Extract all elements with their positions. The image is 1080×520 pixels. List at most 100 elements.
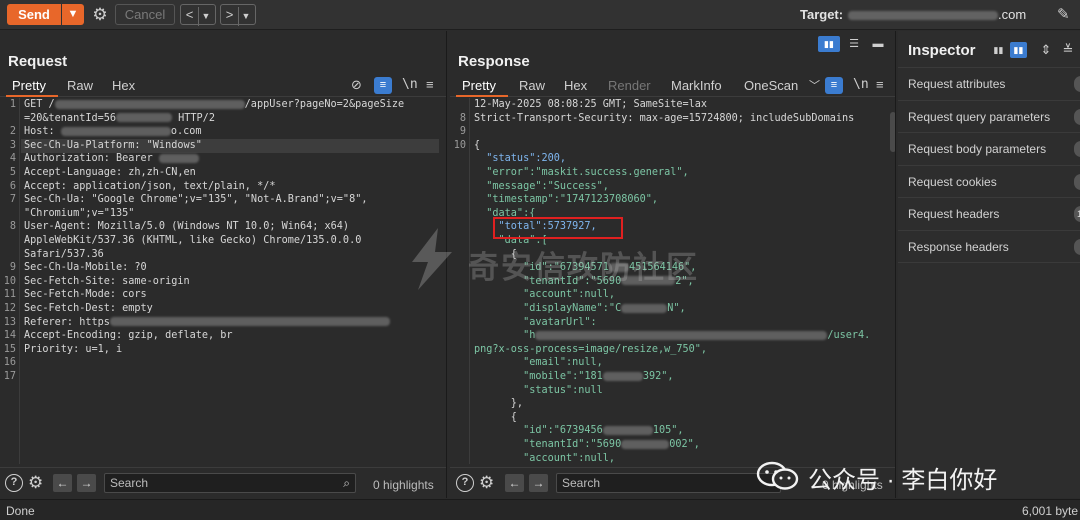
search-icon: ⌕ xyxy=(343,476,350,490)
help-icon[interactable]: ? xyxy=(456,474,474,492)
json-line: }, xyxy=(474,398,524,410)
expand-knob[interactable] xyxy=(1074,141,1080,157)
split-vertical-icon[interactable]: ☰ xyxy=(843,36,865,52)
chevron-down-icon: ▼ xyxy=(238,7,253,26)
json-line: "timestamp":"1747123708060", xyxy=(474,194,659,206)
response-pane: ▮▮ ☰ ▬ Response Pretty Raw Hex Render Ma… xyxy=(450,31,896,498)
menu-icon[interactable]: ≡ xyxy=(876,77,884,92)
line-number: 6 xyxy=(9,180,16,192)
code-text: Authorization: Bearer xyxy=(24,153,159,165)
json-line: "message":"Success", xyxy=(474,180,609,192)
code-text: N", xyxy=(667,303,686,314)
code-text: Host: xyxy=(24,126,61,138)
search-placeholder: Search xyxy=(110,476,149,490)
code-line: Sec-Ch-Ua-Platform: "Windows" xyxy=(24,139,202,151)
json-line: "account":null, xyxy=(474,289,616,301)
gear-icon[interactable]: ⚙ xyxy=(28,473,43,493)
newline-icon[interactable]: \n xyxy=(402,77,418,92)
code-text: "h xyxy=(474,330,536,342)
chevron-right-icon: > xyxy=(225,7,234,22)
gear-icon[interactable]: ⚙ xyxy=(90,5,110,25)
code-line: Referer: https xyxy=(24,316,390,330)
inspector-row-label: Request headers xyxy=(908,207,1000,221)
tab-raw[interactable]: Raw xyxy=(519,78,545,93)
single-pane-icon[interactable]: ▬ xyxy=(867,36,889,52)
newline-icon[interactable]: \n xyxy=(853,77,869,92)
tab-raw[interactable]: Raw xyxy=(67,78,93,93)
send-dropdown-button[interactable]: ▼ xyxy=(62,4,84,25)
expand-knob[interactable] xyxy=(1074,173,1080,190)
code-text: "tenantId":"5690 xyxy=(474,275,622,287)
expand-knob[interactable] xyxy=(1074,108,1080,125)
response-search-input[interactable]: Search xyxy=(556,473,781,493)
tab-hex[interactable]: Hex xyxy=(112,78,135,93)
code-text: 392", xyxy=(642,371,674,382)
request-tabs: Pretty Raw Hex ⊘ ≡ \n ≡ xyxy=(0,75,446,97)
tab-markinfo[interactable]: MarkInfo xyxy=(671,78,722,93)
line-number: 12 xyxy=(3,303,16,314)
expand-knob[interactable] xyxy=(1074,76,1080,92)
prev-arrow-icon[interactable]: ← xyxy=(505,474,524,492)
prev-arrow-icon[interactable]: ← xyxy=(53,474,72,492)
inspector-row-request-attributes[interactable]: Request attributes xyxy=(898,67,1080,100)
back-nav-button[interactable]: < ▼ xyxy=(180,4,216,26)
active-tab-indicator xyxy=(456,95,508,97)
search-placeholder: Search xyxy=(562,476,601,490)
request-search-input[interactable]: Search ⌕ xyxy=(104,473,356,493)
layout-rows-icon[interactable]: ▮▮ xyxy=(1010,42,1027,58)
tab-hex[interactable]: Hex xyxy=(564,78,587,93)
wrap-lines-icon[interactable]: ≡ xyxy=(825,77,843,94)
response-editor[interactable]: 12-May-2025 08:08:25 GMT; SameSite=lax 8… xyxy=(450,98,895,464)
response-title: Response xyxy=(458,53,530,70)
send-button[interactable]: Send xyxy=(7,4,61,25)
collapse-icon[interactable]: ≚ xyxy=(1060,42,1076,58)
chevron-down-icon: ▼ xyxy=(198,7,213,26)
request-editor[interactable]: 1 GET / /appUser?pageNo=2&pageSize =20&te… xyxy=(0,98,446,464)
layout-columns-icon[interactable]: ▮▮ xyxy=(990,42,1007,58)
align-center-icon[interactable]: ⇕ xyxy=(1038,42,1054,58)
code-line: =20&tenantId=56 HTTP/2 xyxy=(24,112,215,126)
code-line: Sec-Fetch-Site: same-origin xyxy=(24,275,190,287)
next-arrow-icon[interactable]: → xyxy=(529,474,548,492)
code-text: "displayName":"C xyxy=(474,303,622,314)
code-line: Accept: application/json, text/plain, */… xyxy=(24,180,276,192)
tab-pretty[interactable]: Pretty xyxy=(462,78,496,93)
inspector-row-label: Request attributes xyxy=(908,77,1006,91)
count-badge[interactable]: 1 xyxy=(1074,206,1080,222)
gear-icon[interactable]: ⚙ xyxy=(479,473,494,493)
inspector-row-request-cookies[interactable]: Request cookies xyxy=(898,164,1080,198)
line-number: 2 xyxy=(9,126,16,138)
cancel-button[interactable]: Cancel xyxy=(115,4,175,25)
inspector-row-request-body-parameters[interactable]: Request body parameters xyxy=(898,132,1080,165)
pencil-icon[interactable]: ✎ xyxy=(1057,5,1070,23)
help-icon[interactable]: ? xyxy=(5,474,23,492)
json-line: "h/user4. xyxy=(474,329,870,343)
inspector-row-request-query-parameters[interactable]: Request query parameters xyxy=(898,99,1080,133)
code-text: 2", xyxy=(675,275,694,287)
json-line: { xyxy=(474,411,517,423)
code-text: o.com xyxy=(170,126,202,138)
next-arrow-icon[interactable]: → xyxy=(77,474,96,492)
eye-off-icon[interactable]: ⊘ xyxy=(351,77,362,93)
target-host[interactable]: .com xyxy=(848,7,1026,22)
expand-knob[interactable] xyxy=(1074,238,1080,255)
tab-render[interactable]: Render xyxy=(608,78,651,93)
forward-nav-button[interactable]: > ▼ xyxy=(220,4,256,26)
inspector-row-request-headers[interactable]: Request headers 1 xyxy=(898,197,1080,230)
chevron-down-icon[interactable]: ﹀ xyxy=(809,77,820,93)
tab-onescan[interactable]: OneScan xyxy=(744,78,798,93)
code-line: Safari/537.36 xyxy=(24,248,104,260)
inspector-row-response-headers[interactable]: Response headers xyxy=(898,229,1080,263)
redacted-text xyxy=(116,113,173,123)
code-text: "tenantId":"5690 xyxy=(474,439,622,450)
split-horizontal-icon[interactable]: ▮▮ xyxy=(818,36,840,52)
code-line: Sec-Fetch-Dest: empty xyxy=(24,303,153,314)
code-line: Sec-Ch-Ua-Mobile: ?0 xyxy=(24,262,147,274)
code-line: Host: o.com xyxy=(24,125,201,139)
vertical-scrollbar[interactable] xyxy=(890,112,895,152)
wrap-lines-icon[interactable]: ≡ xyxy=(374,77,392,94)
tab-pretty[interactable]: Pretty xyxy=(12,78,46,93)
code-line: Accept-Language: zh,zh-CN,en xyxy=(24,167,196,178)
menu-icon[interactable]: ≡ xyxy=(426,77,434,92)
inspector-row-label: Request cookies xyxy=(908,174,997,189)
